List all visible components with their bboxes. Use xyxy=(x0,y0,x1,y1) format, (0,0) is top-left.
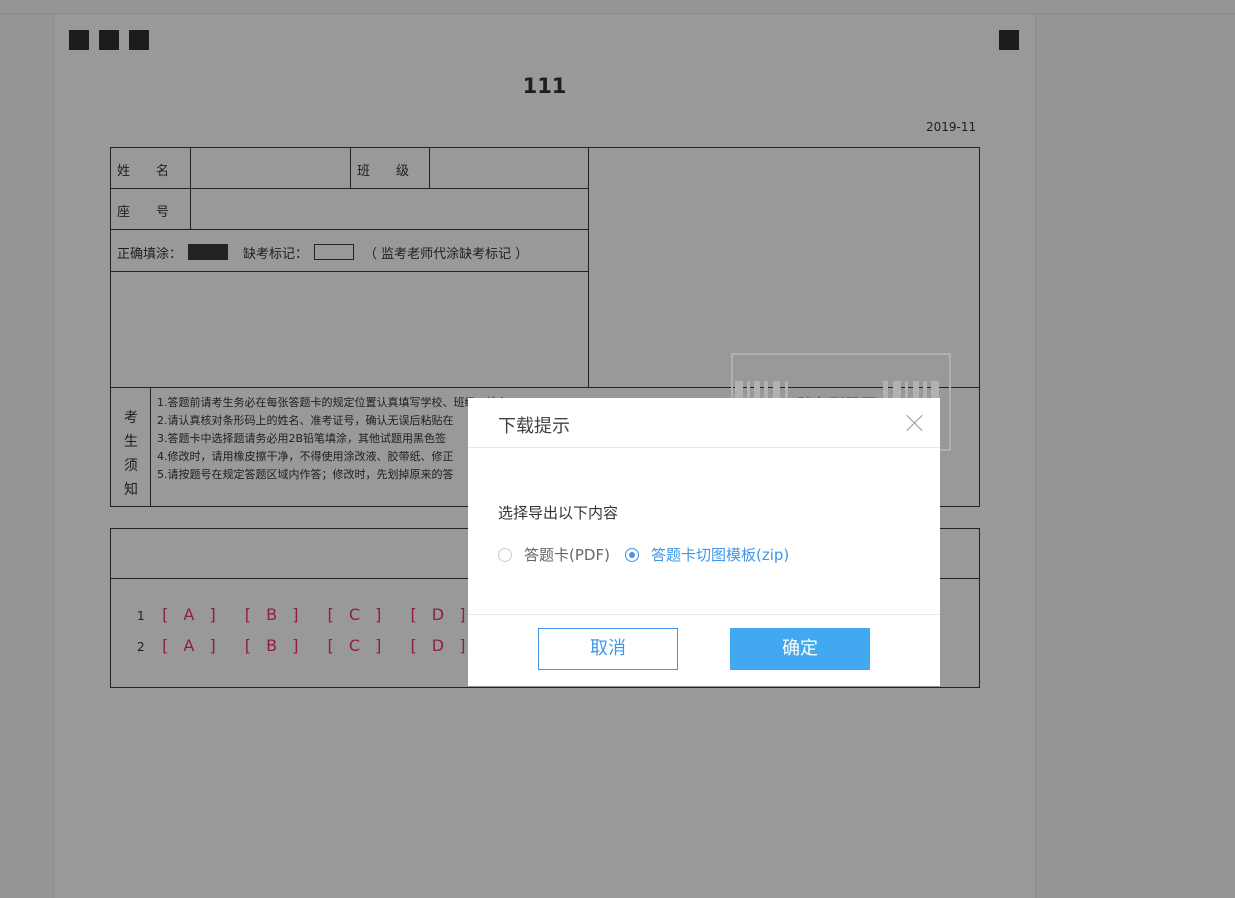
download-dialog: 下载提示 选择导出以下内容 答题卡(PDF) 答题卡切图模板(zip) 取消 确… xyxy=(468,398,940,686)
option-pdf-label[interactable]: 答题卡(PDF) xyxy=(524,546,610,564)
cancel-button[interactable]: 取消 xyxy=(538,628,678,670)
option-zip-label[interactable]: 答题卡切图模板(zip) xyxy=(651,546,789,564)
option-zip-radio[interactable]: 答题卡切图模板(zip) xyxy=(625,544,789,565)
dialog-header: 下载提示 xyxy=(468,398,940,448)
confirm-button[interactable]: 确定 xyxy=(730,628,870,670)
dialog-footer-divider xyxy=(468,614,940,615)
option-pdf-radio[interactable]: 答题卡(PDF) xyxy=(498,544,610,565)
radio-unchecked-icon[interactable] xyxy=(498,548,512,562)
close-icon[interactable] xyxy=(904,412,926,434)
dialog-prompt: 选择导出以下内容 xyxy=(498,504,619,522)
dialog-title: 下载提示 xyxy=(498,416,570,437)
radio-checked-icon[interactable] xyxy=(625,548,639,562)
